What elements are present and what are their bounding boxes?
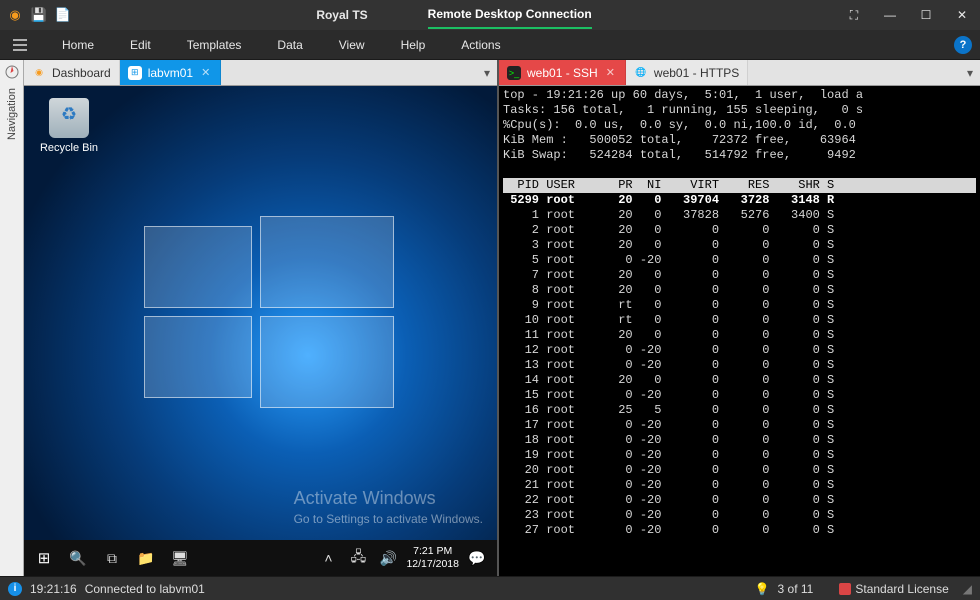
menu-help[interactable]: Help — [383, 30, 444, 60]
focus-mode-icon[interactable]: ⛶ — [836, 0, 872, 30]
right-pane: >_ web01 - SSH ✕ 🌐 web01 - HTTPS ▾ top -… — [499, 60, 980, 576]
tab-dashboard[interactable]: ◉ Dashboard — [24, 60, 120, 85]
activate-windows-watermark: Activate Windows Go to Settings to activ… — [294, 486, 483, 528]
dashboard-icon: ◉ — [32, 66, 46, 80]
search-icon[interactable]: 🔍 — [66, 546, 90, 570]
window-minimize[interactable]: — — [872, 0, 908, 30]
app-icon: ◉ — [6, 6, 24, 24]
menu-home[interactable]: Home — [44, 30, 112, 60]
info-icon: i — [8, 582, 22, 596]
menu-templates[interactable]: Templates — [169, 30, 260, 60]
task-view-icon[interactable]: ⧉ — [100, 546, 124, 570]
window-close[interactable]: ✕ — [944, 0, 980, 30]
new-doc-icon[interactable]: 📄 — [54, 6, 72, 24]
menu-edit[interactable]: Edit — [112, 30, 169, 60]
notifications-icon[interactable]: 💬 — [465, 546, 489, 570]
license-badge[interactable]: Standard License — [839, 582, 948, 596]
windows-taskbar[interactable]: ⊞ 🔍 ⧉ 📁 🖥 ˄ 🖧 🔊 7:21 PM 12/17/2018 💬 — [24, 540, 497, 576]
tab-ssh-label: web01 - SSH — [527, 66, 598, 80]
titlebar: ◉ 💾 📄 Royal TS Remote Desktop Connection… — [0, 0, 980, 30]
recycle-bin-icon — [49, 98, 89, 138]
rdp-desktop[interactable]: Recycle Bin Activate Windows Go to Setti… — [24, 86, 497, 576]
lightbulb-icon[interactable]: 💡 — [755, 582, 770, 596]
license-icon — [839, 583, 851, 595]
close-icon[interactable]: ✕ — [604, 66, 617, 79]
window-maximize[interactable]: ☐ — [908, 0, 944, 30]
close-icon[interactable]: ✕ — [199, 66, 212, 79]
navigation-icon — [4, 64, 20, 80]
navigation-label: Navigation — [6, 88, 18, 140]
tab-dropdown[interactable]: ▾ — [960, 60, 980, 85]
menu-view[interactable]: View — [321, 30, 383, 60]
left-pane: ◉ Dashboard ⊞ labvm01 ✕ ▾ Recycle Bin — [24, 60, 499, 576]
statusbar: i 19:21:16 Connected to labvm01 💡 3 of 1… — [0, 576, 980, 600]
tab-labvm01-label: labvm01 — [148, 66, 193, 80]
taskbar-clock[interactable]: 7:21 PM 12/17/2018 — [406, 545, 459, 570]
globe-icon: 🌐 — [634, 66, 648, 80]
menu-data[interactable]: Data — [259, 30, 320, 60]
tray-chevron-icon[interactable]: ˄ — [316, 546, 340, 570]
tab-web01-https[interactable]: 🌐 web01 - HTTPS — [626, 60, 748, 85]
tab-labvm01[interactable]: ⊞ labvm01 ✕ — [120, 60, 222, 85]
status-pager[interactable]: 3 of 11 — [778, 582, 814, 596]
volume-icon[interactable]: 🔊 — [376, 546, 400, 570]
resize-grip-icon[interactable]: ◢ — [963, 582, 972, 596]
navigation-panel[interactable]: Navigation — [0, 60, 24, 576]
active-connection-title: Remote Desktop Connection — [428, 7, 592, 23]
help-icon[interactable]: ? — [954, 36, 972, 54]
tab-web01-ssh[interactable]: >_ web01 - SSH ✕ — [499, 60, 626, 85]
tab-https-label: web01 - HTTPS — [654, 66, 739, 80]
ssh-icon: >_ — [507, 66, 521, 80]
recycle-bin[interactable]: Recycle Bin — [34, 98, 104, 154]
network-icon[interactable]: 🖧 — [346, 546, 370, 570]
app-title: Royal TS — [316, 8, 367, 22]
tab-dropdown[interactable]: ▾ — [477, 60, 497, 85]
start-button[interactable]: ⊞ — [32, 546, 56, 570]
right-tabstrip: >_ web01 - SSH ✕ 🌐 web01 - HTTPS ▾ — [499, 60, 980, 86]
save-icon[interactable]: 💾 — [30, 6, 48, 24]
tab-dashboard-label: Dashboard — [52, 66, 111, 80]
left-tabstrip: ◉ Dashboard ⊞ labvm01 ✕ ▾ — [24, 60, 497, 86]
file-explorer-icon[interactable]: 📁 — [134, 546, 158, 570]
status-message: Connected to labvm01 — [85, 582, 205, 596]
rdp-icon: ⊞ — [128, 66, 142, 80]
file-menu-icon[interactable] — [8, 33, 32, 57]
windows-logo-wallpaper — [144, 226, 394, 416]
rdp-client-icon[interactable]: 🖥 — [168, 546, 192, 570]
menubar: Home Edit Templates Data View Help Actio… — [0, 30, 980, 60]
status-time: 19:21:16 — [30, 582, 77, 596]
recycle-bin-label: Recycle Bin — [40, 142, 98, 154]
ssh-terminal[interactable]: top - 19:21:26 up 60 days, 5:01, 1 user,… — [499, 86, 980, 576]
menu-actions[interactable]: Actions — [443, 30, 518, 60]
